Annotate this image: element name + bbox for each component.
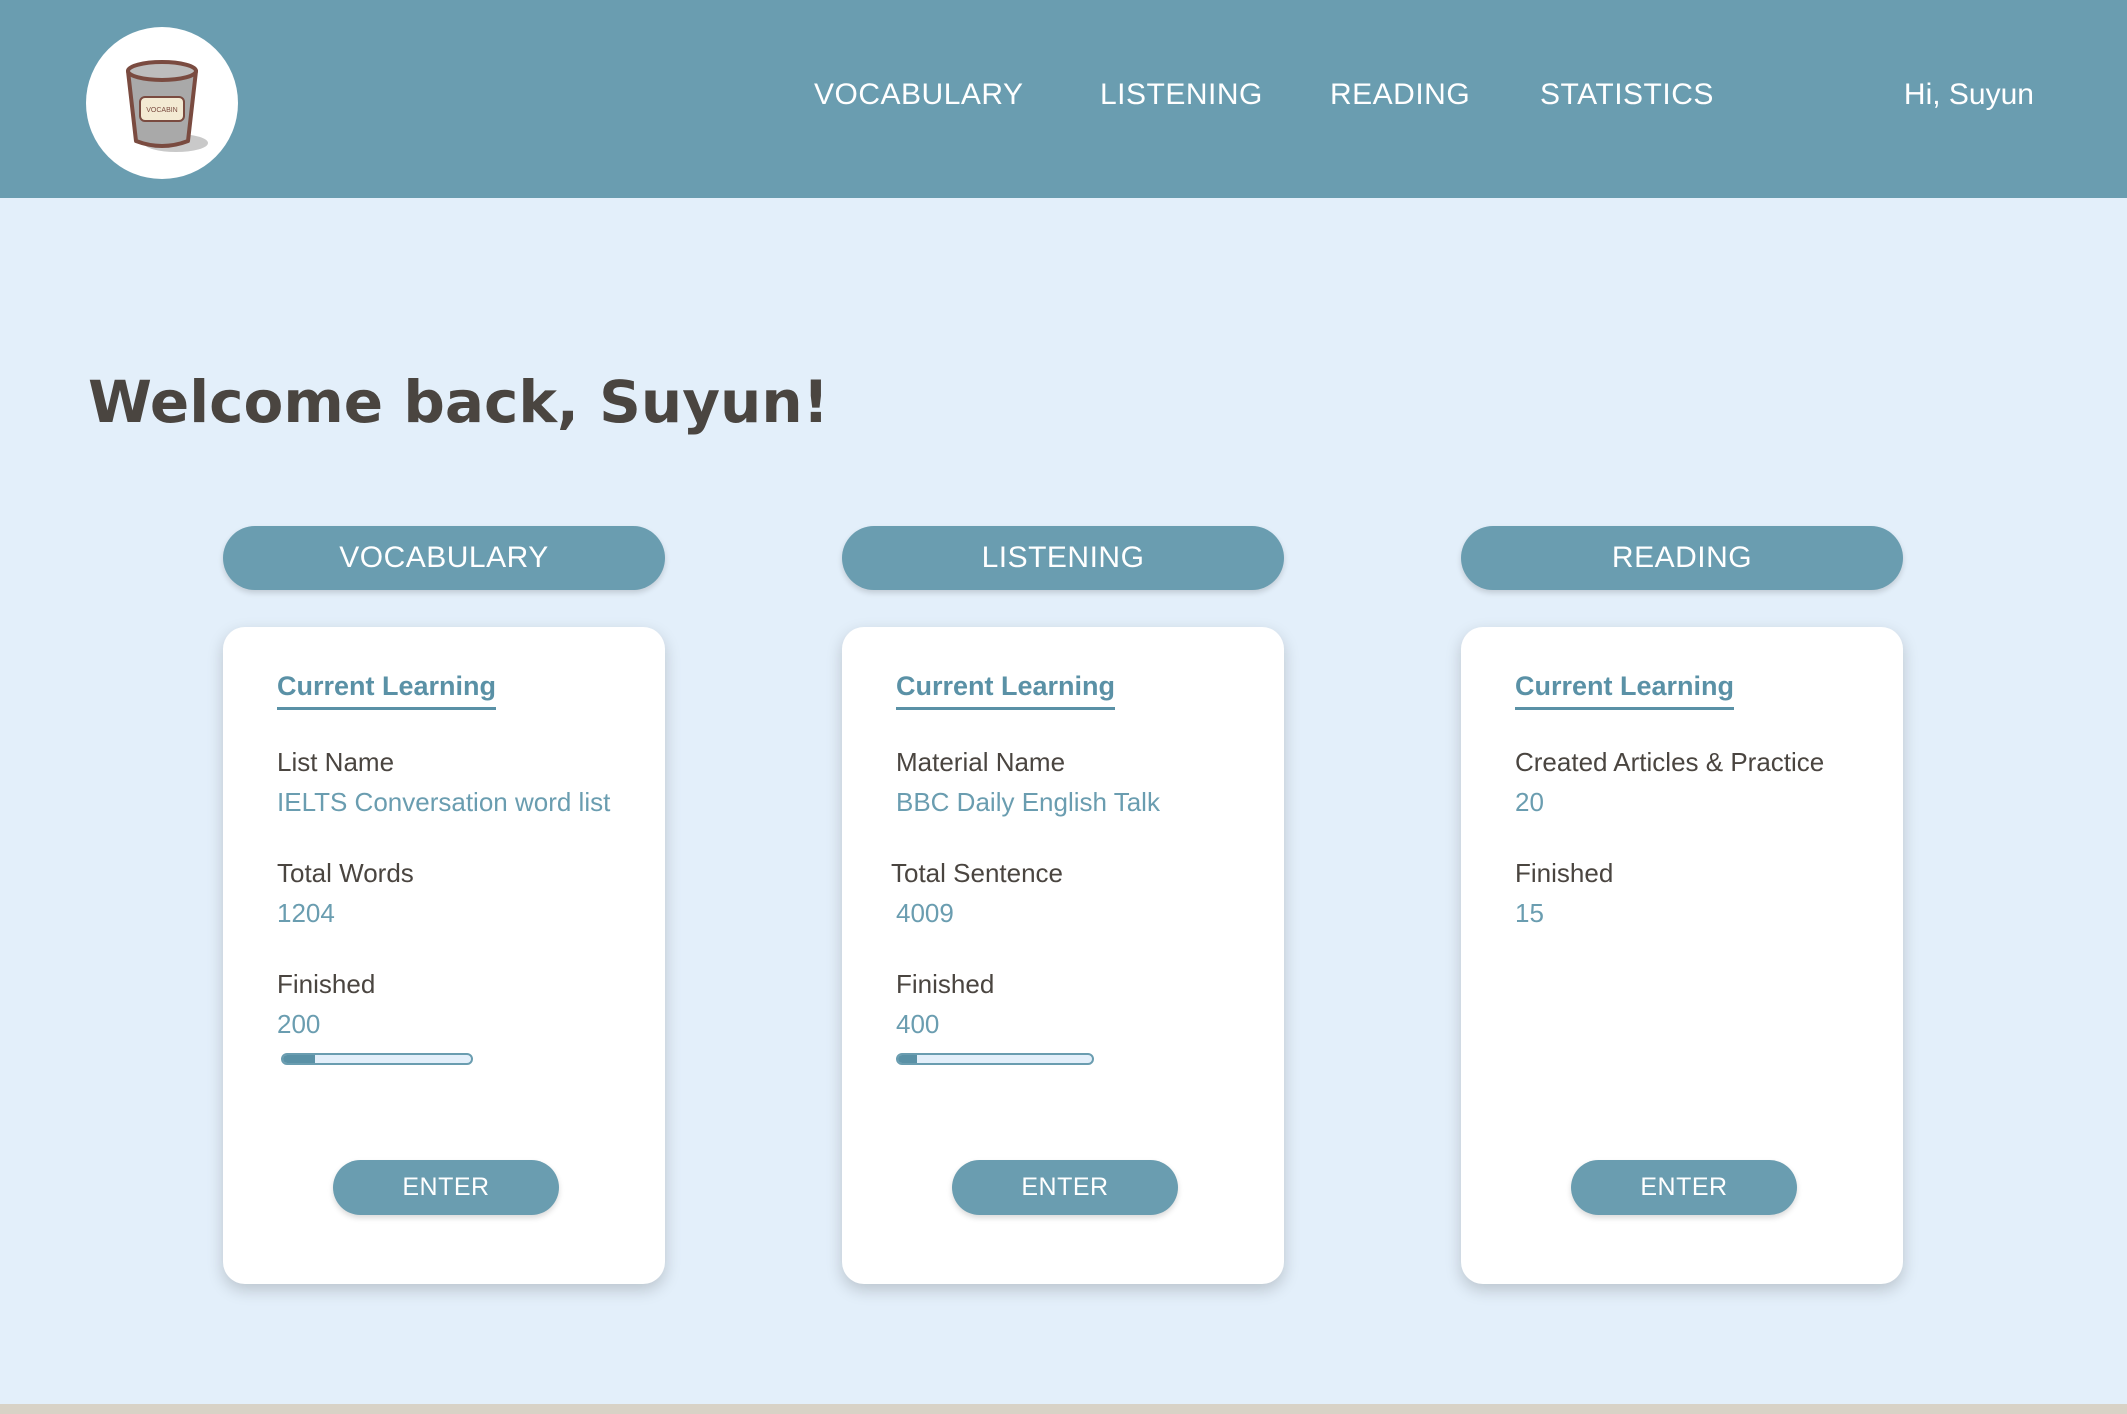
enter-button[interactable]: ENTER xyxy=(952,1160,1178,1215)
field-value: 15 xyxy=(1515,898,1544,928)
field-value: 4009 xyxy=(896,898,954,928)
field-label: Created Articles & Practice xyxy=(1515,747,1825,777)
progress-fill xyxy=(898,1055,918,1063)
nav-reading[interactable]: READING xyxy=(1330,78,1470,112)
reading-card: Current Learning Created Articles & Prac… xyxy=(1461,627,1903,1284)
logo[interactable]: VOCABIN xyxy=(86,27,238,179)
field-label: Finished xyxy=(1515,858,1614,888)
field-label: Finished xyxy=(896,969,995,999)
enter-button[interactable]: ENTER xyxy=(1571,1160,1797,1215)
vocabulary-card: Current Learning List Name IELTS Convers… xyxy=(223,627,665,1284)
logo-label: VOCABIN xyxy=(146,107,178,114)
top-header: VOCABIN VOCABULARY LISTENING READING STA… xyxy=(0,0,2127,198)
nav-listening[interactable]: LISTENING xyxy=(1100,78,1263,112)
enter-button[interactable]: ENTER xyxy=(333,1160,559,1215)
bottom-border xyxy=(0,1404,2127,1414)
nav-statistics[interactable]: STATISTICS xyxy=(1540,78,1714,112)
nav-vocabulary[interactable]: VOCABULARY xyxy=(814,78,1024,112)
progress-bar xyxy=(896,1053,1094,1065)
section-listening-pill[interactable]: LISTENING xyxy=(842,526,1284,590)
field-label: Total Words xyxy=(277,858,414,888)
field-label: Material Name xyxy=(896,747,1066,777)
section-reading-pill[interactable]: READING xyxy=(1461,526,1903,590)
field-label: List Name xyxy=(277,747,395,777)
field-value: 400 xyxy=(896,1009,940,1039)
card-title: Current Learning xyxy=(277,671,497,710)
field-value: 20 xyxy=(1515,787,1544,817)
field-value: BBC Daily English Talk xyxy=(896,787,1160,817)
field-value: IELTS Conversation word list xyxy=(277,787,611,817)
card-title: Current Learning xyxy=(896,671,1116,710)
field-value: 1204 xyxy=(277,898,335,928)
progress-fill xyxy=(283,1055,315,1063)
welcome-heading: Welcome back, Suyun! xyxy=(88,368,830,436)
card-title: Current Learning xyxy=(1515,671,1735,710)
user-greeting[interactable]: Hi, Suyun xyxy=(1904,78,2034,112)
field-label: Total Sentence xyxy=(891,858,1064,888)
field-value: 200 xyxy=(277,1009,321,1039)
listening-card: Current Learning Material Name BBC Daily… xyxy=(842,627,1284,1284)
bucket-logo-icon: VOCABIN xyxy=(126,60,208,152)
progress-bar xyxy=(281,1053,473,1065)
section-vocabulary-pill[interactable]: VOCABULARY xyxy=(223,526,665,590)
field-label: Finished xyxy=(277,969,376,999)
